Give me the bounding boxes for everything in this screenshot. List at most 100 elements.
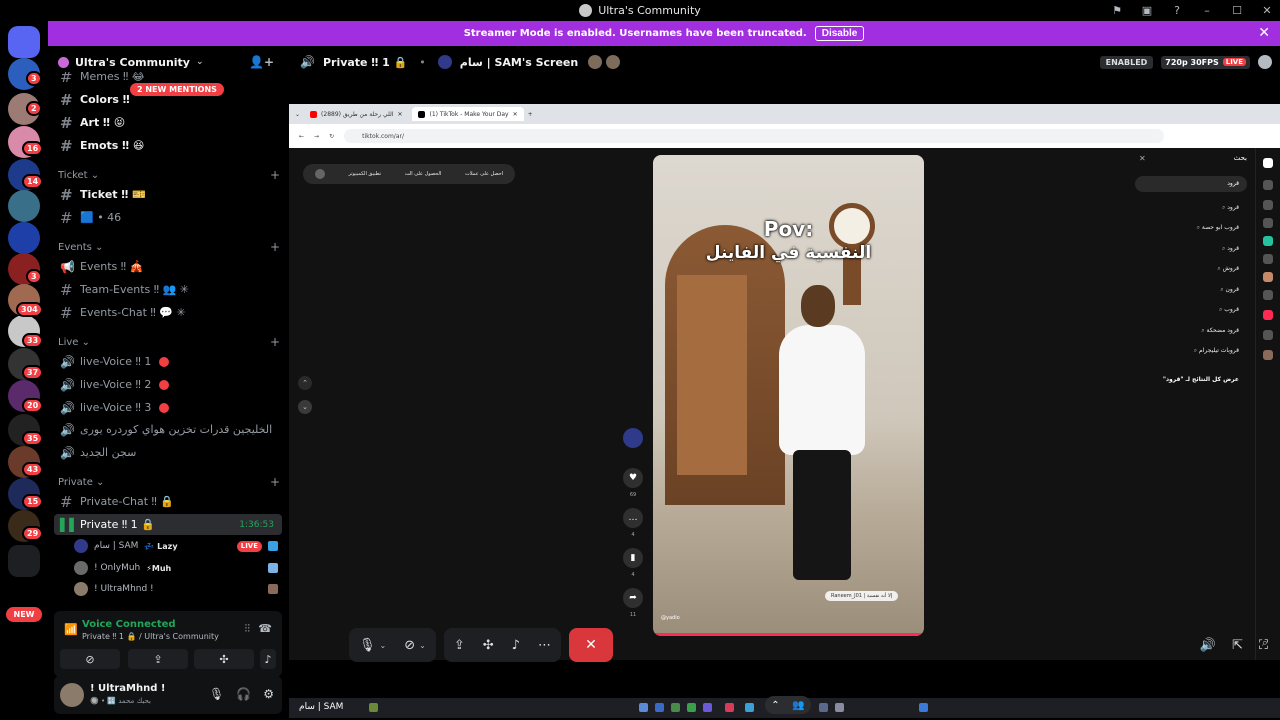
heart-icon[interactable]: ♥ bbox=[623, 468, 643, 488]
search-suggestion[interactable]: قروب ابو حصة bbox=[1197, 224, 1239, 232]
search-suggestion[interactable]: قرود bbox=[1222, 245, 1239, 253]
minimize-icon[interactable]: – bbox=[1200, 4, 1214, 18]
settings-gear-icon[interactable]: ⚙ bbox=[263, 687, 274, 701]
video-progress-bar[interactable] bbox=[653, 633, 924, 636]
channel-events[interactable]: 📢 Events ‼ 🎪 bbox=[54, 256, 282, 277]
create-channel-icon[interactable]: + bbox=[270, 475, 280, 489]
connection-signal-icon[interactable]: 📶 bbox=[64, 623, 78, 636]
headphones-icon[interactable]: 🎧 bbox=[236, 687, 251, 701]
get-coins-link[interactable]: احصل على عملات bbox=[465, 171, 503, 177]
close-icon[interactable]: ✕ bbox=[513, 111, 518, 118]
fullscreen-icon[interactable]: ⛶ bbox=[1259, 638, 1268, 653]
disconnect-icon[interactable]: ☎ bbox=[258, 622, 272, 635]
stream-popout-controls[interactable]: ⌃ 👥 bbox=[765, 696, 811, 714]
creator-tag[interactable]: Raneem_J01 | إلا أنه نفسية bbox=[825, 591, 899, 601]
category-ticket[interactable]: Ticket ⌄ + bbox=[58, 167, 280, 183]
channel-art[interactable]: # Art ‼ 😝 bbox=[54, 112, 282, 133]
chat-bubble-icon[interactable] bbox=[1258, 55, 1272, 69]
tiktok-video[interactable]: Pov: النفسية في الفاينل Raneem_J01 | إلا… bbox=[653, 155, 924, 636]
reload-icon[interactable]: ↻ bbox=[329, 133, 334, 140]
channel-ticket-46[interactable]: # 🟦 • 46 bbox=[54, 207, 282, 228]
chevron-down-icon[interactable]: ⌄ bbox=[419, 641, 426, 650]
author-avatar[interactable] bbox=[623, 428, 643, 448]
server-icon[interactable] bbox=[8, 222, 40, 254]
chevron-down-icon[interactable]: ⌄ bbox=[380, 641, 387, 650]
search-suggestion[interactable]: قروب bbox=[1219, 306, 1239, 314]
create-channel-icon[interactable]: + bbox=[270, 168, 280, 182]
channel-live-voice-2[interactable]: 🔊 live-Voice ‼ 2 bbox=[54, 374, 282, 395]
home-button[interactable] bbox=[8, 26, 40, 58]
forward-icon[interactable]: → bbox=[314, 133, 319, 140]
activities-button[interactable]: ✣ bbox=[194, 649, 254, 669]
share-icon[interactable]: ➦ bbox=[623, 588, 643, 608]
home-icon[interactable] bbox=[1263, 200, 1273, 210]
comment-icon[interactable]: … bbox=[623, 508, 643, 528]
server-icon[interactable] bbox=[8, 190, 40, 222]
search-suggestion[interactable]: قرود bbox=[1222, 204, 1239, 212]
user-name[interactable]: ! UltraMhnd ! bbox=[90, 683, 165, 694]
channel-private-voice[interactable]: ▌▌ Private ‼ 1 🔒 1:36:53 bbox=[54, 514, 282, 535]
create-channel-icon[interactable]: + bbox=[270, 335, 280, 349]
following-icon[interactable] bbox=[1263, 236, 1273, 246]
new-mentions-pill[interactable]: 2 NEW MENTIONS bbox=[130, 83, 224, 96]
browser-tab-active[interactable]: (1) TikTok - Make Your Day ✕ bbox=[412, 107, 524, 121]
create-channel-icon[interactable]: + bbox=[270, 240, 280, 254]
voice-user[interactable]: ! OnlyMuh ⚡Muh bbox=[74, 558, 284, 578]
invite-people-icon[interactable]: 👤+ bbox=[249, 55, 274, 69]
category-live[interactable]: Live ⌄ + bbox=[58, 334, 280, 350]
camera-button[interactable]: ⊘ ⌄ bbox=[404, 638, 426, 653]
maximize-icon[interactable]: ☐ bbox=[1230, 4, 1244, 18]
url-field[interactable]: tiktok.com/ar/ bbox=[344, 129, 1165, 143]
voice-user[interactable]: سام | SAM 💤 Lazy LIVE bbox=[74, 536, 284, 556]
live-icon[interactable] bbox=[1263, 272, 1273, 282]
channel-emots[interactable]: # Emots ‼ 😆 bbox=[54, 135, 282, 156]
chevron-up-icon[interactable]: ⌃ bbox=[771, 700, 779, 711]
channel-ticket[interactable]: # Ticket ‼ 🎫 bbox=[54, 184, 282, 205]
new-tab-icon[interactable]: + bbox=[528, 111, 533, 118]
close-icon[interactable]: ✕ bbox=[1139, 154, 1146, 163]
search-suggestion[interactable]: قرود مضحكة bbox=[1201, 327, 1239, 335]
close-window-icon[interactable]: ✕ bbox=[1260, 4, 1274, 18]
get-app-link[interactable]: الحصول على الت bbox=[405, 171, 442, 177]
search-icon[interactable] bbox=[1263, 180, 1273, 190]
browser-tab[interactable]: (2889) اللي رحلة من طريق ✕ bbox=[304, 107, 408, 121]
channel-live-voice-1[interactable]: 🔊 live-Voice ‼ 1 bbox=[54, 351, 282, 372]
camera-off-button[interactable]: ⊘ bbox=[60, 649, 120, 669]
video-handle[interactable]: @yadio bbox=[661, 615, 680, 621]
inbox-icon[interactable] bbox=[1263, 310, 1273, 320]
tiktok-logo-icon[interactable] bbox=[1263, 158, 1273, 168]
noise-suppression-icon[interactable]: ⫶⫶ bbox=[245, 622, 251, 636]
soundboard-button[interactable]: ♪ bbox=[260, 649, 276, 669]
search-suggestion[interactable]: قرون bbox=[1220, 286, 1239, 294]
microphone-icon[interactable]: 🎙 bbox=[209, 687, 224, 701]
more-options-button[interactable]: ⋯ bbox=[538, 638, 551, 653]
search-input[interactable]: قرود bbox=[1135, 176, 1247, 192]
close-icon[interactable]: ✕ bbox=[397, 111, 402, 118]
avatar[interactable] bbox=[60, 683, 84, 707]
channel-events-chat[interactable]: # Events-Chat ‼ 💬 ✳ bbox=[54, 302, 282, 323]
share-screen-button[interactable]: ⇪ bbox=[454, 638, 465, 653]
chevron-down-icon[interactable]: ⌄ bbox=[295, 111, 300, 118]
chevron-up-icon[interactable]: ⌃ bbox=[298, 376, 312, 390]
soundboard-button[interactable]: ♪ bbox=[512, 638, 520, 653]
channel-arabic-voice-2[interactable]: 🔊 سجن الجديد bbox=[54, 442, 282, 463]
channel-live-voice-3[interactable]: 🔊 live-Voice ‼ 3 bbox=[54, 397, 282, 418]
messages-icon[interactable] bbox=[1263, 290, 1273, 300]
activities-button[interactable]: ✣ bbox=[483, 638, 494, 653]
see-all-results-link[interactable]: عرض كل النتائج لـ "قرود" bbox=[1163, 376, 1239, 383]
share-screen-button[interactable]: ⇪ bbox=[128, 649, 188, 669]
screen-icon[interactable]: ▣ bbox=[1140, 4, 1154, 18]
folder-icon[interactable] bbox=[8, 545, 40, 577]
channel-arabic-voice-1[interactable]: 🔊 الخليجين قدرات تخزين هواي كوردره يورى bbox=[54, 419, 282, 440]
profile-icon[interactable] bbox=[314, 169, 325, 179]
help-icon[interactable]: ? bbox=[1170, 4, 1184, 18]
explore-icon[interactable] bbox=[1263, 218, 1273, 228]
voice-status[interactable]: Voice Connected bbox=[82, 619, 176, 630]
popout-icon[interactable]: ⇱ bbox=[1232, 638, 1243, 653]
friends-icon[interactable] bbox=[1263, 254, 1273, 264]
category-private[interactable]: Private ⌄ + bbox=[58, 474, 280, 490]
channel-team-events[interactable]: # Team-Events ‼ 👥 ✳ bbox=[54, 279, 282, 300]
new-servers-pill[interactable]: NEW bbox=[6, 607, 42, 622]
upload-icon[interactable] bbox=[1263, 330, 1273, 340]
leave-call-button[interactable]: ✕ bbox=[568, 628, 613, 662]
